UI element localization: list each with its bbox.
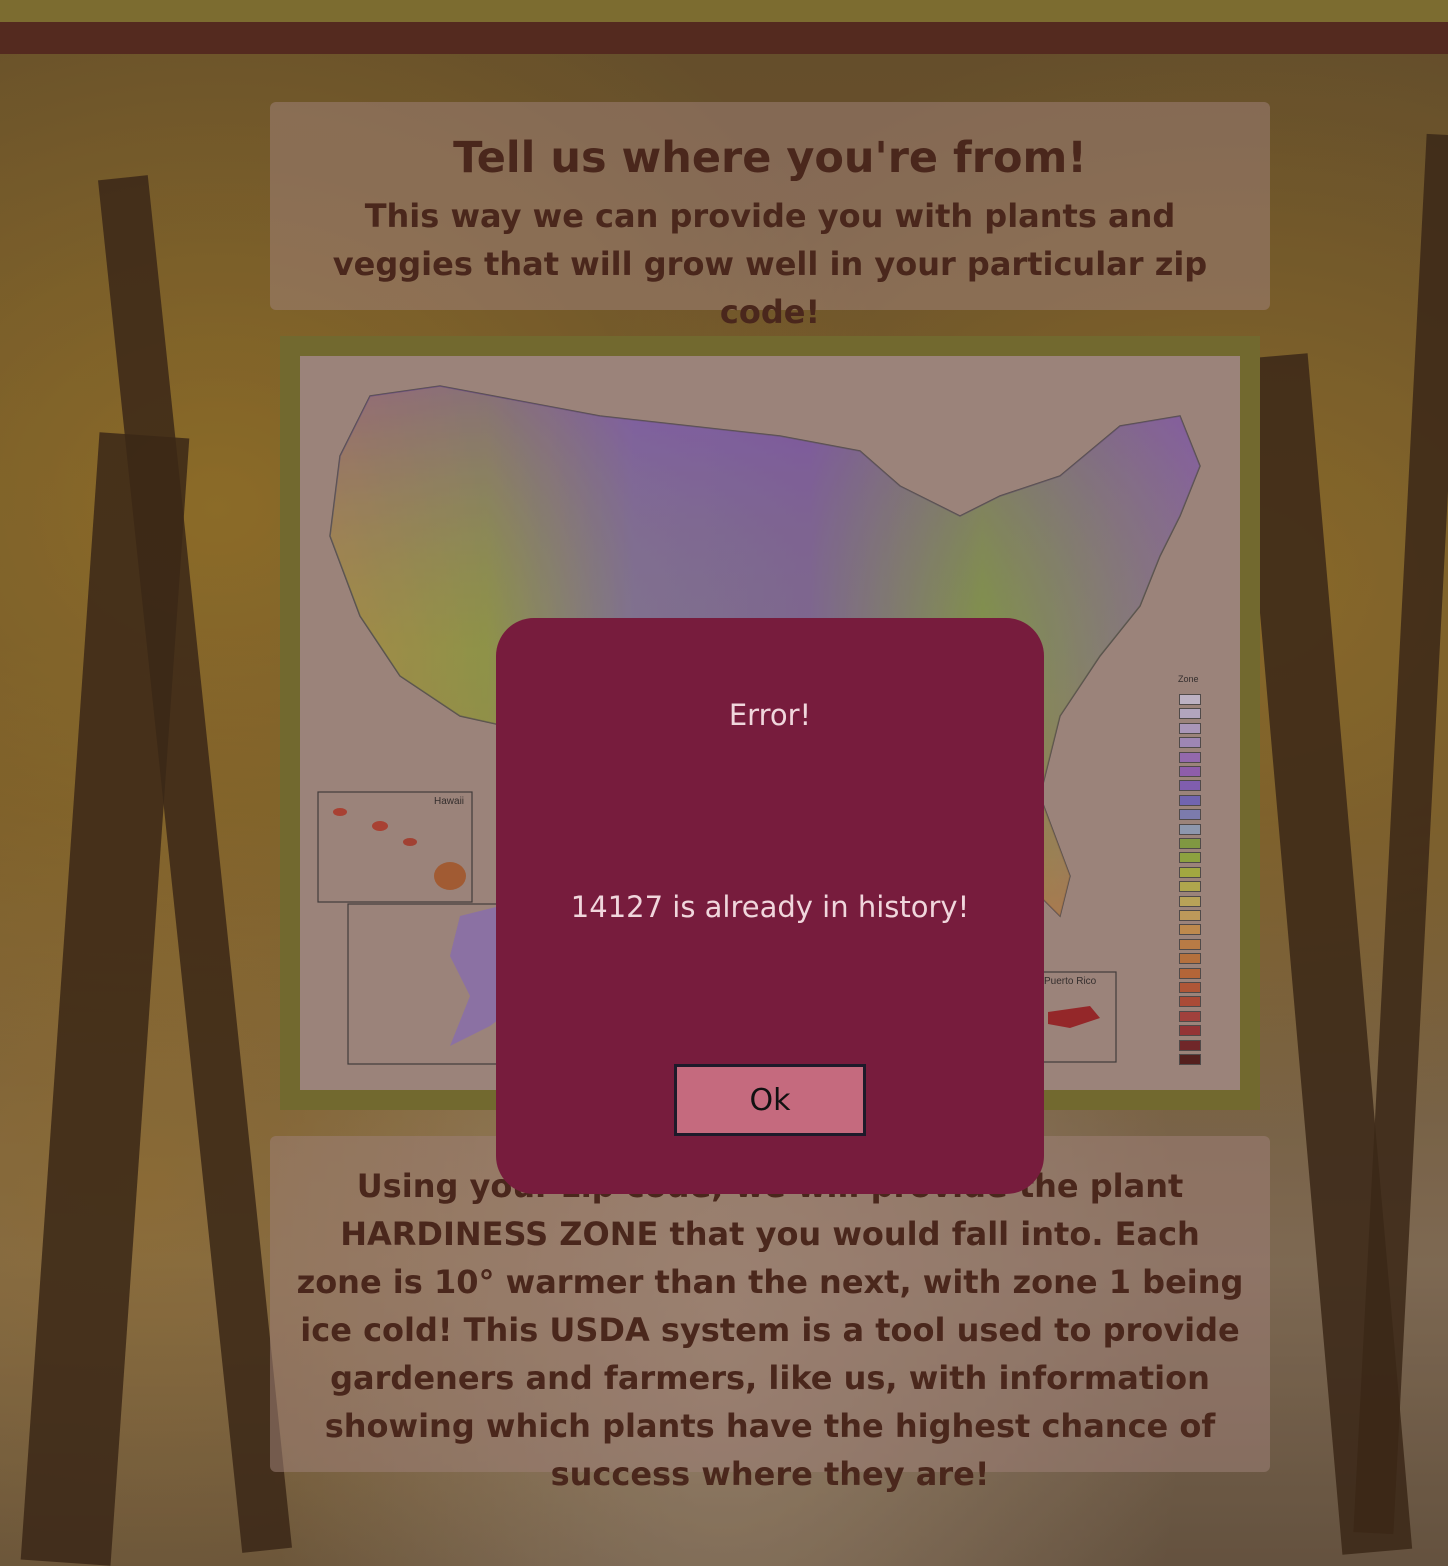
header-bar (0, 22, 1448, 54)
hawaii-label: Hawaii (434, 796, 464, 807)
legend-swatch (1179, 751, 1201, 763)
legend-swatch (1179, 780, 1201, 792)
legend-swatch (1179, 794, 1201, 806)
dialog-title: Error! (728, 698, 812, 732)
legend-swatch (1179, 722, 1201, 734)
ok-button[interactable]: Ok (674, 1064, 866, 1136)
legend-swatch (1179, 809, 1201, 821)
top-accent-bar (0, 0, 1448, 22)
legend-swatch (1179, 910, 1201, 921)
legend-swatch (1179, 996, 1201, 1008)
legend-swatch (1179, 708, 1201, 720)
legend-swatch (1179, 924, 1201, 936)
legend-swatch (1179, 838, 1201, 849)
legend-swatch (1179, 967, 1201, 979)
legend-title: Zone (1178, 674, 1199, 684)
legend-swatch (1179, 737, 1201, 749)
intro-card: Tell us where you're from! This way we c… (270, 102, 1270, 331)
legend-swatch (1179, 1025, 1201, 1037)
legend-swatch (1179, 866, 1201, 878)
legend-swatch (1179, 1054, 1201, 1065)
legend-swatch (1179, 938, 1201, 950)
page-title: Tell us where you're from! (453, 133, 1087, 183)
legend-swatch (1179, 982, 1201, 993)
legend-swatch (1179, 1010, 1201, 1022)
legend-swatch (1179, 694, 1201, 705)
puerto-rico-label: Puerto Rico (1044, 976, 1097, 987)
legend-swatch (1179, 852, 1201, 864)
legend-swatch (1179, 953, 1201, 965)
legend-swatch (1179, 1039, 1201, 1051)
legend-swatch (1179, 766, 1201, 777)
legend-swatch (1179, 823, 1201, 835)
error-dialog: Error! 14127 is already in history! Ok (496, 618, 1044, 1194)
page-subtitle: This way we can provide you with plants … (332, 197, 1208, 331)
dialog-message: 14127 is already in history! (570, 890, 970, 924)
legend-swatch (1179, 895, 1201, 907)
hardiness-info-text: Using your zip code, we will provide the… (296, 1167, 1244, 1493)
legend-swatch (1179, 881, 1201, 893)
